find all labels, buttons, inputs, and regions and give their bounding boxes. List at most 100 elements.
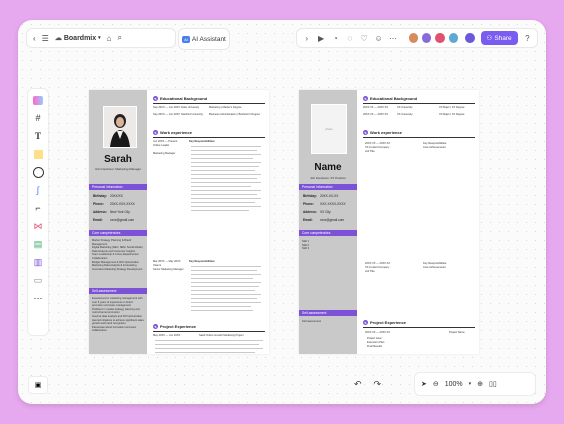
shape-icon[interactable] (31, 165, 45, 179)
play-icon[interactable]: ▶ (316, 33, 325, 43)
work-company: XX Limited Company (365, 146, 390, 149)
phone-key: Phone: (303, 202, 314, 206)
work-responsibilities-label: Key Responsibilities: (189, 260, 216, 263)
work-heading: ✎ Work experience (363, 130, 402, 135)
emoji-icon[interactable]: ☺ (374, 33, 383, 43)
menu-icon[interactable]: ☰ (42, 34, 49, 43)
back-icon[interactable]: ‹ (33, 34, 36, 43)
phone-key: Phone: (93, 202, 104, 206)
top-left-toolbar: ‹ ☰ ☁ Boardmix ▾ ⌂ ⌕ (26, 28, 176, 48)
email-value: xxxx@gmail.com (320, 218, 345, 222)
project-goal: Project Goal (367, 337, 382, 340)
help-icon[interactable]: ? (523, 33, 532, 43)
resume-name: Sarah (104, 154, 132, 165)
personal-info-heading: Personal Information (89, 184, 147, 190)
sticky-note-icon[interactable] (31, 147, 45, 161)
list-item: Team Leadership & Cross-Departmental Col… (92, 253, 139, 260)
email-value: xxxx@gmail.com (110, 218, 135, 222)
resume-sarah[interactable]: Sarah Job Intentions: Marketing Manager … (89, 90, 269, 354)
core-competencies-heading: Core competencies (89, 230, 147, 236)
cursor-icon[interactable]: ➤ (421, 380, 427, 388)
resume-sidebar: photo Name Job Intentions: XX Position P… (299, 90, 357, 354)
top-right-toolbar: › ▶ ◔ ◌ ♡ ☺ ⋯ ⚇ Share ? (296, 28, 538, 48)
list-item: Innovative Marketing Strategy Developmen… (92, 267, 143, 271)
edu-major: XX Major | XX Degree (439, 106, 465, 109)
chart-icon[interactable]: ▥ (31, 255, 45, 269)
self-assessment-heading: Self-assessment (89, 288, 147, 294)
table-icon[interactable]: ▤ (31, 237, 45, 251)
work-achievements-label: Core Achievements: (423, 266, 447, 269)
resume-sidebar: Sarah Job Intentions: Marketing Manager … (89, 90, 147, 354)
ai-assistant-label: AI Assistant (191, 35, 226, 43)
edu-dates: Sep 20XX — Jun 20XX (153, 106, 180, 109)
self-assessment-list: Experienced in marketing management with… (92, 297, 144, 333)
avatar[interactable] (447, 32, 460, 44)
resume-template[interactable]: photo Name Job Intentions: XX Position P… (299, 90, 479, 354)
brand[interactable]: ☁ Boardmix ▾ (54, 34, 101, 43)
work-dates: 20XX.XX — 20XX.XX (365, 262, 391, 265)
list-item: Passionate about innovation and team col… (92, 325, 137, 333)
birthday-row: Birthday: 20XX-XX-XX (303, 194, 338, 198)
list-item: Has led initiatives to achieve significa… (92, 318, 144, 326)
zoom-in-icon[interactable]: ⊕ (477, 380, 483, 388)
pen-icon[interactable]: ∫ (31, 183, 45, 197)
connector-icon[interactable]: ⌐ (31, 201, 45, 215)
project-plan: Execution Plan (367, 341, 385, 344)
search-icon[interactable]: ⌕ (118, 33, 122, 43)
text-icon[interactable]: T (31, 129, 45, 143)
work-title: Job Title (365, 150, 375, 153)
timer-icon[interactable]: ◔ (331, 33, 340, 43)
mindmap-icon[interactable]: ⋈ (31, 219, 45, 233)
book-icon[interactable]: ▯▯ (489, 380, 497, 388)
document-icon[interactable]: ▭ (31, 273, 45, 287)
avatar[interactable] (421, 32, 433, 44)
comment-icon[interactable]: ◌ (345, 33, 354, 43)
avatar[interactable] (434, 32, 446, 44)
avatar[interactable] (407, 32, 419, 44)
history-controls: ↶ ↷ (348, 372, 412, 396)
redo-icon[interactable]: ↷ (374, 379, 382, 390)
education-heading-text: Educational Background (370, 96, 418, 101)
phone-value: 20XX-XXX-XXXX (110, 202, 135, 206)
project-heading-text: Project Experience (370, 320, 407, 325)
work-title: Senior Marketing Manager (153, 268, 184, 271)
work-responsibilities-label: Key Responsibilities: (423, 142, 447, 145)
education-heading: ✎ Educational Background (363, 96, 417, 101)
zoom-out-icon[interactable]: ⊖ (433, 380, 439, 388)
work-dates: Mar 20XX — May 20XX (153, 260, 181, 263)
tag-icon[interactable]: ⌂ (107, 34, 112, 43)
phone-row: Phone: 20XX-XXX-XXXX (93, 202, 135, 206)
work-responsibilities-label: Key Responsibilities: (189, 140, 216, 143)
undo-icon[interactable]: ↶ (354, 379, 362, 390)
share-button[interactable]: ⚇ Share (480, 31, 518, 45)
templates-icon[interactable] (31, 93, 45, 107)
like-icon[interactable]: ♡ (360, 33, 369, 43)
work-heading: ✎ Work experience (153, 130, 192, 135)
minimap-button[interactable]: ▣ (28, 376, 48, 394)
chevron-down-icon[interactable]: ▾ (469, 381, 472, 387)
avatar[interactable] (464, 32, 476, 44)
list-item: Experienced in marketing management with… (92, 297, 143, 308)
education-heading: ✎ Educational Background (153, 96, 207, 101)
address-value: New York City (110, 210, 130, 214)
more-icon[interactable]: ⋯ (388, 33, 397, 43)
ai-assistant-button[interactable]: AI AI Assistant (178, 28, 230, 50)
birthday-key: Birthday: (93, 194, 107, 198)
expand-icon[interactable]: › (302, 33, 311, 43)
edu-major: Business Administration | Bachelor's Deg… (209, 113, 260, 116)
email-key: Email: (93, 218, 103, 222)
divider (153, 137, 265, 138)
email-row: Email: xxxx@gmail.com (303, 218, 344, 222)
birthday-key: Birthday: (303, 194, 317, 198)
cloud-icon: ☁ (54, 35, 62, 42)
work-heading-text: Work experience (160, 130, 192, 135)
edu-dates: Sep 20XX — Jun 20XX (153, 113, 180, 116)
zoom-level[interactable]: 100% (445, 381, 463, 388)
job-intention: Job Intentions: Marketing Manager (94, 167, 142, 171)
more-tools-icon[interactable]: ⋯ (31, 291, 45, 305)
frame-icon[interactable]: # (31, 111, 45, 125)
divider (363, 103, 475, 104)
edu-dates: 20XX.XX — 20XX.XX (363, 113, 389, 116)
phone-row: Phone: XXX-XXXX-XXXX (303, 202, 346, 206)
divider (363, 137, 475, 138)
